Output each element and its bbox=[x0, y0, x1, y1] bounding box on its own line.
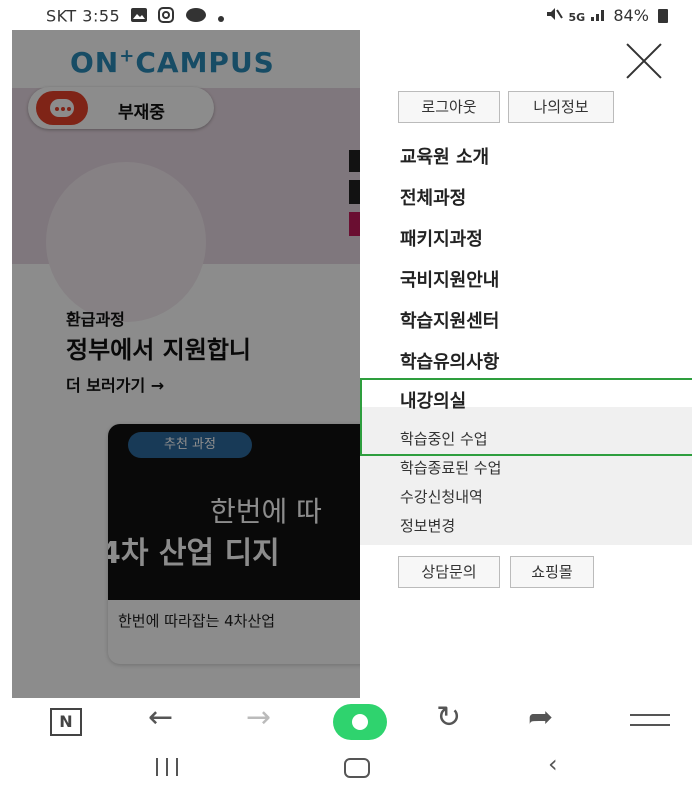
status-bar: SKT 3:55 5G 84% bbox=[0, 0, 692, 30]
submenu-item-finished[interactable]: 학습종료된 수업 bbox=[400, 457, 501, 478]
reload-icon[interactable]: ↻ bbox=[436, 700, 461, 735]
submenu-item-edit-info[interactable]: 정보변경 bbox=[400, 515, 455, 536]
close-icon[interactable] bbox=[622, 40, 666, 84]
gallery-icon bbox=[130, 7, 148, 27]
shop-button[interactable]: 쇼핑몰 bbox=[510, 556, 594, 588]
left-strip bbox=[0, 30, 12, 698]
logout-button[interactable]: 로그아웃 bbox=[398, 91, 500, 123]
submenu-item-history[interactable]: 수강신청내역 bbox=[400, 486, 483, 507]
home-icon[interactable] bbox=[344, 758, 370, 778]
dot-icon bbox=[217, 8, 225, 27]
consult-button[interactable]: 상담문의 bbox=[398, 556, 500, 588]
side-drawer: 로그아웃 나의정보 교육원 소개 전체과정 패키지과정 국비지원안내 학습지원센… bbox=[360, 30, 692, 698]
battery-percent: 84% bbox=[613, 6, 649, 25]
share-icon[interactable]: ➦ bbox=[528, 700, 553, 735]
menu-item-package[interactable]: 패키지과정 bbox=[400, 225, 483, 251]
status-right: 5G 84% bbox=[545, 6, 668, 25]
5g-icon: 5G bbox=[568, 11, 586, 24]
my-info-button[interactable]: 나의정보 bbox=[508, 91, 614, 123]
instagram-icon bbox=[157, 6, 175, 28]
system-nav-bar: ‹ bbox=[0, 746, 692, 785]
menu-item-gov-support[interactable]: 국비지원안내 bbox=[400, 266, 499, 292]
menu-item-notices[interactable]: 학습유의사항 bbox=[400, 348, 499, 374]
menu-item-all-courses[interactable]: 전체과정 bbox=[400, 184, 466, 210]
back-arrow-icon[interactable]: ← bbox=[148, 700, 173, 735]
talk-icon bbox=[185, 7, 207, 27]
status-left: SKT 3:55 bbox=[46, 6, 225, 28]
submenu-item-current[interactable]: 학습중인 수업 bbox=[400, 428, 488, 449]
forward-arrow-icon[interactable]: → bbox=[246, 700, 271, 735]
menu-item-support-center[interactable]: 학습지원센터 bbox=[400, 307, 499, 333]
signal-icon bbox=[590, 6, 613, 25]
carrier-time: SKT 3:55 bbox=[46, 6, 121, 26]
green-home-icon[interactable] bbox=[333, 704, 387, 740]
battery-icon bbox=[658, 9, 668, 23]
browser-toolbar: N ← → ↻ ➦ bbox=[0, 698, 692, 746]
back-icon[interactable]: ‹ bbox=[548, 750, 558, 778]
dim-overlay[interactable] bbox=[12, 30, 360, 698]
recent-apps-icon[interactable] bbox=[154, 758, 182, 776]
naver-n-icon[interactable]: N bbox=[50, 708, 82, 736]
mute-icon bbox=[545, 6, 568, 25]
menu-icon[interactable] bbox=[630, 712, 670, 726]
menu-item-intro[interactable]: 교육원 소개 bbox=[400, 143, 489, 169]
menu-item-my-classroom[interactable]: 내강의실 bbox=[400, 387, 466, 413]
